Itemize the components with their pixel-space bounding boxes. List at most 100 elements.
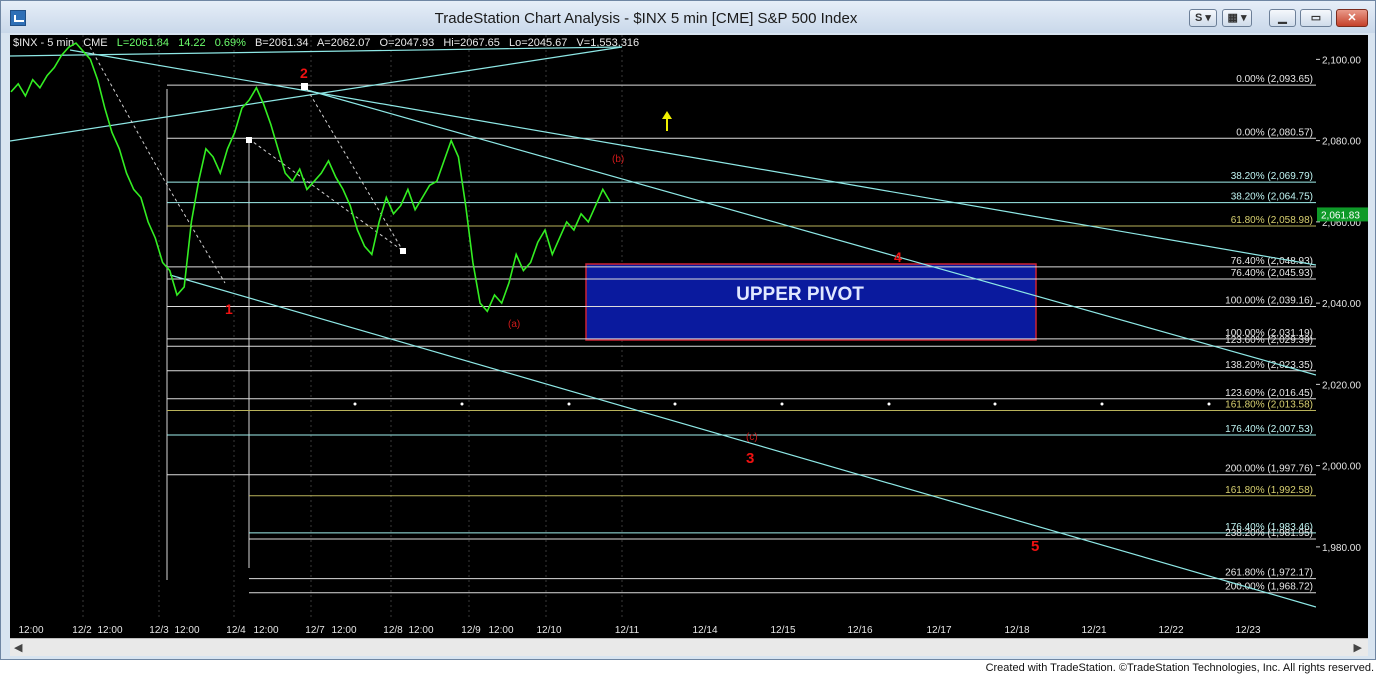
last-price-label: 2,061.83 <box>1321 210 1360 221</box>
wave-5-label: 5 <box>1031 538 1039 555</box>
x-tick-label: 12:00 <box>97 625 122 636</box>
x-tick-label: 12/21 <box>1081 625 1106 636</box>
y-tick-label: 2,040.00 <box>1322 299 1361 310</box>
fib-level-label: 123.60% (2,016.45) <box>1225 388 1313 399</box>
projection-dot <box>887 402 891 406</box>
maximize-icon: ▭ <box>1310 12 1322 24</box>
y-tick-label: 2,100.00 <box>1322 55 1361 66</box>
maximize-button[interactable]: ▭ <box>1300 9 1332 27</box>
x-tick-label: 12/14 <box>692 625 717 636</box>
wave-connectors <box>89 46 404 284</box>
info-line: $INX - 5 min CME L=2061.84 14.22 0.69% B… <box>13 37 639 49</box>
info-open: O=2047.93 <box>380 37 435 49</box>
x-tick-label: 12:00 <box>174 625 199 636</box>
wave-b-marker[interactable] <box>246 137 252 143</box>
grid-menu-button[interactable]: ▦ ▾ <box>1222 9 1252 27</box>
projection-dots <box>353 402 1211 406</box>
price-chart[interactable]: $INX - 5 min CME L=2061.84 14.22 0.69% B… <box>9 35 1317 620</box>
price-axis-svg: 2,100.002,080.002,060.002,040.002,020.00… <box>1316 55 1368 554</box>
fib-level-label: 61.80% (2,058.98) <box>1231 215 1313 226</box>
time-axis[interactable]: 12:00 12/2 12:00 12/3 12:00 12/4 12:00 12/7 12:0… <box>10 620 1368 638</box>
minimize-icon: ▁ <box>1278 12 1287 24</box>
x-tick-label: 12:00 <box>488 625 513 636</box>
fib-level-label: 76.40% (2,045.93) <box>1231 268 1313 279</box>
projection-dot <box>993 402 997 406</box>
x-tick-label: 12/10 <box>536 625 561 636</box>
info-exchange: CME <box>83 37 107 49</box>
connector-2 <box>248 138 404 252</box>
x-tick-label: 12/23 <box>1235 625 1260 636</box>
x-tick-label: 12/3 <box>149 625 169 636</box>
wave-2-marker[interactable] <box>301 83 308 90</box>
fib-level-label: 123.60% (2,029.39) <box>1225 335 1313 346</box>
info-low: Lo=2045.67 <box>509 37 567 49</box>
y-tick-label: 2,080.00 <box>1322 137 1361 148</box>
copyright-footer: Created with TradeStation. ©TradeStation… <box>985 662 1374 674</box>
projection-dot <box>1207 402 1211 406</box>
x-tick-label: 12/17 <box>926 625 951 636</box>
upper-pivot-label: UPPER PIVOT <box>736 284 864 305</box>
fib-level-label: 0.00% (2,093.65) <box>1236 74 1313 85</box>
s-menu-button[interactable]: S ▾ <box>1189 9 1217 27</box>
chart-window: TradeStation Chart Analysis - $INX 5 min… <box>0 0 1376 660</box>
scroll-left-icon[interactable]: ◀ <box>14 641 22 654</box>
fib-level-label: 261.80% (1,972.17) <box>1225 568 1313 579</box>
fib-level-label: 200.00% (1,997.76) <box>1225 464 1313 475</box>
fib-level-label: 161.80% (1,992.58) <box>1225 485 1313 496</box>
scroll-right-icon[interactable]: ▶ <box>1354 641 1362 654</box>
projection-dot <box>673 402 677 406</box>
up-arrow-icon <box>662 111 672 131</box>
x-tick-label: 12/7 <box>305 625 325 636</box>
close-button[interactable]: ✕ <box>1336 9 1368 27</box>
wave-a-label: (a) <box>508 319 520 330</box>
x-tick-label: 12/8 <box>383 625 403 636</box>
x-tick-label: 12:00 <box>331 625 356 636</box>
fib-level-label: 176.40% (2,007.53) <box>1225 424 1313 435</box>
wave-a-marker[interactable] <box>400 248 406 254</box>
x-tick-label: 12/11 <box>615 625 640 636</box>
price-axis[interactable]: 2,100.00 2,080.00 2,060.00 2,040.00 2,020.00… <box>1316 35 1368 620</box>
info-ask: A=2062.07 <box>317 37 371 49</box>
projection-dot <box>353 402 357 406</box>
info-bid: B=2061.34 <box>255 37 309 49</box>
x-tick-label: 12:00 <box>408 625 433 636</box>
x-tick-label: 12/15 <box>770 625 795 636</box>
time-axis-svg: 12:00 12/2 12:00 12/3 12:00 12/4 12:00 12/7 12:0… <box>18 625 1260 636</box>
projection-dot <box>780 402 784 406</box>
x-tick-label: 12/2 <box>72 625 92 636</box>
plot-area[interactable]: $INX - 5 min CME L=2061.84 14.22 0.69% B… <box>9 35 1317 620</box>
fib-anchor-lines <box>166 89 250 580</box>
projection-dot <box>567 402 571 406</box>
wave-b-label: (b) <box>612 154 624 165</box>
wave-4-label: 4 <box>894 249 902 265</box>
x-tick-label: 12/22 <box>1158 625 1183 636</box>
fib-level-label: 100.00% (2,039.16) <box>1225 296 1313 307</box>
info-last: L=2061.84 <box>117 37 169 49</box>
horizontal-scrollbar[interactable]: ◀ ▶ <box>10 638 1368 656</box>
projection-dot <box>1100 402 1104 406</box>
fib-level-label: 38.20% (2,064.75) <box>1231 192 1313 203</box>
minimize-button[interactable]: ▁ <box>1269 9 1296 27</box>
x-tick-label: 12/4 <box>226 625 246 636</box>
fib-level-label: 161.80% (2,013.58) <box>1225 399 1313 410</box>
x-tick-label: 12:00 <box>253 625 278 636</box>
x-tick-label: 12/18 <box>1004 625 1029 636</box>
fib-level-label: 0.00% (2,080.57) <box>1236 127 1313 138</box>
close-icon: ✕ <box>1347 12 1357 24</box>
projection-dot <box>460 402 464 406</box>
y-tick-label: 1,980.00 <box>1322 543 1361 554</box>
fib-level-label: 238.20% (1,981.95) <box>1225 528 1313 539</box>
wave-2-label: 2 <box>300 65 308 81</box>
window-title: TradeStation Chart Analysis - $INX 5 min… <box>434 10 858 27</box>
y-tick-label: 2,000.00 <box>1322 462 1361 473</box>
title-bar: TradeStation Chart Analysis - $INX 5 min… <box>1 1 1375 33</box>
info-pct: 0.69% <box>215 37 246 49</box>
grid-icon: ▦ <box>1227 12 1238 24</box>
wave-c-label: (c) <box>746 432 758 443</box>
y-tick-label: 2,020.00 <box>1322 380 1361 391</box>
info-high: Hi=2067.65 <box>443 37 500 49</box>
wave-1-label: 1 <box>225 301 233 317</box>
info-change: 14.22 <box>178 37 206 49</box>
channel-top <box>69 49 1317 266</box>
fib-level-label: 200.00% (1,968.72) <box>1225 582 1313 593</box>
